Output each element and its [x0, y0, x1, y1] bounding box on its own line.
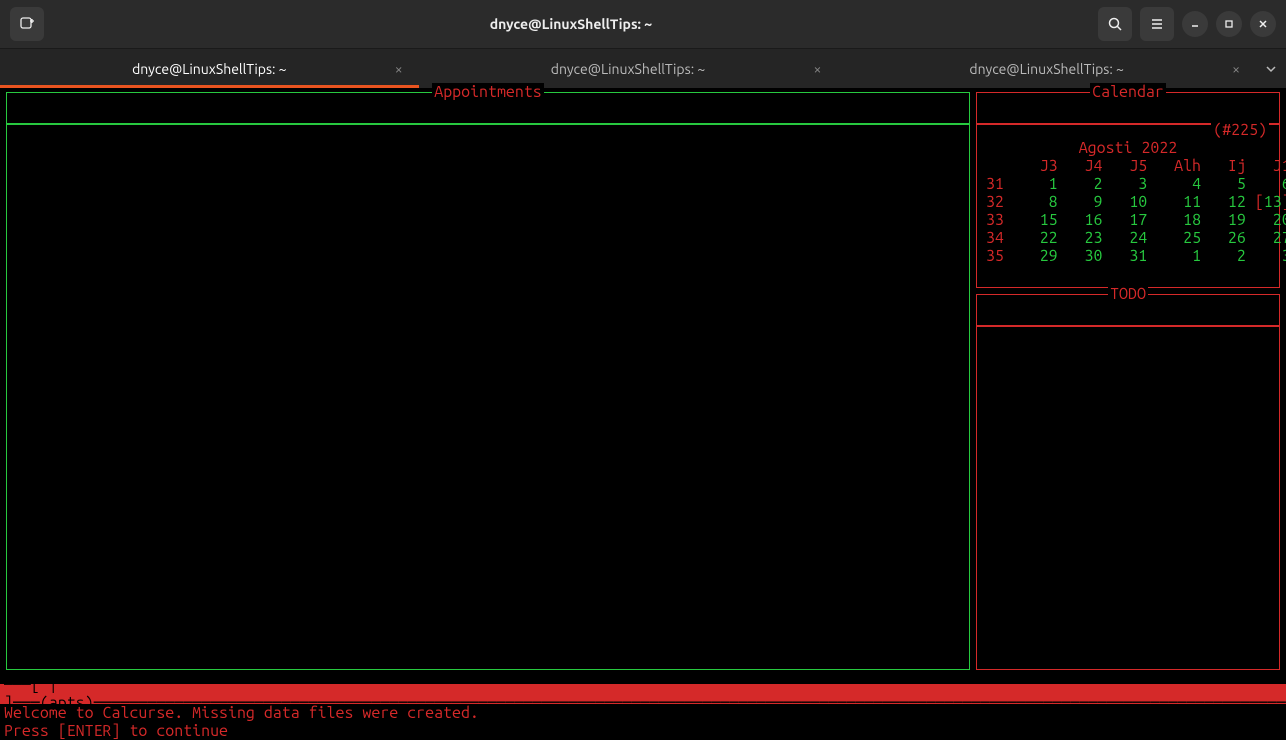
tab-label: dnyce@LinuxShellTips: ~	[969, 61, 1124, 77]
tab-close-icon[interactable]: ×	[395, 61, 403, 77]
tab-close-icon[interactable]: ×	[1232, 61, 1240, 77]
maximize-button[interactable]	[1216, 11, 1242, 37]
appointments-panel[interactable]: Appointments	[6, 92, 970, 670]
calendar-grid: J3 J4 J5 Alh Ij J1 J2 31 1 2 3 4 5 6 7 3…	[977, 157, 1286, 265]
tab-label: dnyce@LinuxShellTips: ~	[132, 61, 287, 77]
message-line-1: Welcome to Calcurse. Missing data files …	[4, 704, 1282, 722]
minimize-icon	[1190, 19, 1200, 29]
search-icon	[1107, 16, 1123, 32]
terminal-viewport[interactable]: Appointments Calendar (#225) Agosti 2022…	[0, 88, 1286, 740]
tab-label: dnyce@LinuxShellTips: ~	[551, 61, 706, 77]
todo-title: TODO	[977, 285, 1279, 303]
appointments-title: Appointments	[7, 83, 969, 101]
close-icon	[1258, 19, 1268, 29]
panel-divider	[7, 123, 969, 125]
calendar-month-label: Agosti 2022	[977, 139, 1279, 157]
calendar-title: Calendar	[977, 83, 1279, 101]
hamburger-icon	[1149, 16, 1165, 32]
maximize-icon	[1224, 19, 1234, 29]
message-area: Welcome to Calcurse. Missing data files …	[0, 704, 1286, 740]
message-line-2: Press [ENTER] to continue	[4, 722, 1282, 740]
minimize-button[interactable]	[1182, 11, 1208, 37]
status-text: ───[ | ]───(apts)───────────────────────…	[4, 684, 1286, 704]
panel-divider	[977, 325, 1279, 327]
close-button[interactable]	[1250, 11, 1276, 37]
status-bar: ───[ | ]───(apts)───────────────────────…	[0, 684, 1286, 704]
window-title: dnyce@LinuxShellTips: ~	[44, 16, 1098, 32]
chevron-down-icon	[1265, 63, 1277, 75]
menu-button[interactable]	[1140, 7, 1174, 41]
titlebar: dnyce@LinuxShellTips: ~	[0, 0, 1286, 48]
new-tab-icon	[19, 16, 35, 32]
new-tab-button[interactable]	[10, 7, 44, 41]
tab-close-icon[interactable]: ×	[813, 61, 821, 77]
calendar-day-number: (#225)	[1211, 121, 1269, 139]
search-button[interactable]	[1098, 7, 1132, 41]
todo-panel[interactable]: TODO	[976, 294, 1280, 670]
tab-bar: dnyce@LinuxShellTips: ~ × dnyce@LinuxShe…	[0, 48, 1286, 88]
calendar-panel[interactable]: Calendar (#225) Agosti 2022 J3 J4 J5 Alh…	[976, 92, 1280, 288]
